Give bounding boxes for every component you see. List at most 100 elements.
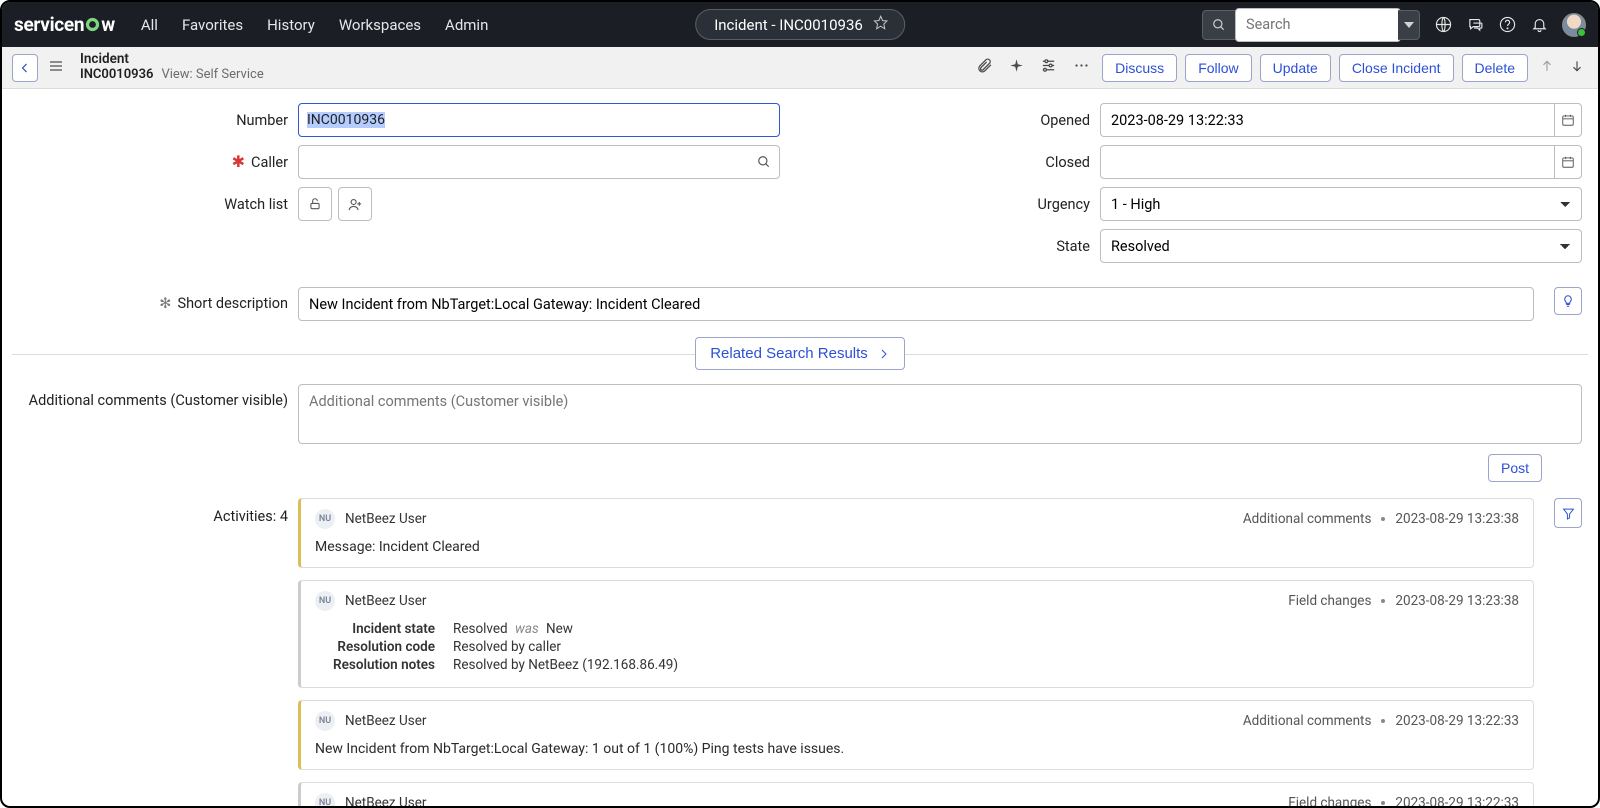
record-title: Incident INC0010936 View: Self Service [80,52,264,82]
label-urgency: Urgency [820,196,1090,213]
activity-body: New Incident from NbTarget:Local Gateway… [315,741,1519,757]
related-search-button[interactable]: Related Search Results [695,337,905,370]
watchlist-unlock-icon[interactable] [298,187,332,221]
next-record-icon[interactable] [1566,59,1588,77]
nav-admin[interactable]: Admin [445,16,488,34]
caller-input[interactable] [298,145,748,179]
form-right-column: Opened Closed Urgency 1 - High State Res… [820,103,1582,271]
activity-timestamp: 2023-08-29 13:22:33 [1395,713,1519,729]
activity-timestamp: 2023-08-29 13:23:38 [1395,511,1519,527]
label-additional-comments: Additional comments (Customer visible) [18,384,288,409]
nav-favorites[interactable]: Favorites [182,16,243,34]
activity-username: NetBeez User [345,795,426,806]
suggestion-bulb-icon[interactable] [1554,287,1582,315]
label-shortdesc: ✻Short description [18,287,288,312]
activity-type: Additional comments [1243,713,1372,729]
opened-date-icon[interactable] [1554,103,1582,137]
activity-card: NUNetBeez UserField changes2023-08-29 13… [298,782,1534,806]
activity-field-changes: Incident state Resolved was New Resolution… [315,621,1519,673]
activity-type: Additional comments [1243,511,1372,527]
activity-avatar: NU [315,509,335,529]
activities-filter-icon[interactable] [1554,498,1582,528]
personalize-icon[interactable] [1036,53,1061,82]
delete-button[interactable]: Delete [1462,54,1528,82]
dot-icon [1381,599,1385,603]
record-header-bar: Incident INC0010936 View: Self Service D… [2,47,1598,89]
urgency-select[interactable]: 1 - High [1100,187,1582,221]
activity-meta: Additional comments 2023-08-29 13:23:38 [1243,511,1519,527]
watchlist-add-user-icon[interactable] [338,187,372,221]
closed-input[interactable] [1100,145,1554,179]
bell-icon[interactable] [1530,16,1548,34]
user-avatar[interactable] [1562,13,1586,37]
record-type: Incident [80,52,264,68]
back-button[interactable] [12,54,38,82]
field-change-value: Resolved was New [453,621,1519,637]
activity-username: NetBeez User [345,511,426,527]
record-view: View: Self Service [161,68,263,83]
update-button[interactable]: Update [1260,54,1331,82]
form-left-column: Number INC0010936 ✱Caller Watch list [18,103,780,271]
activities-section: Activities: 4 NUNetBeez UserAdditional c… [18,498,1582,806]
activity-meta: Additional comments 2023-08-29 13:22:33 [1243,713,1519,729]
activity-username: NetBeez User [345,593,426,609]
attachment-icon[interactable] [972,53,997,82]
record-actions: Discuss Follow Update Close Incident Del… [972,53,1588,82]
short-description-input[interactable] [298,287,1534,321]
activity-type: Field changes [1288,593,1371,609]
state-select[interactable]: Resolved [1100,229,1582,263]
caller-lookup-icon[interactable] [748,145,780,179]
nav-all[interactable]: All [141,16,158,34]
opened-input[interactable] [1100,103,1554,137]
field-change-name: Resolution code [315,639,435,655]
global-search[interactable] [1202,10,1402,40]
more-actions-icon[interactable] [1069,53,1094,82]
activity-username: NetBeez User [345,713,426,729]
form-menu-icon[interactable] [48,58,64,78]
dot-icon [1381,517,1385,521]
field-change-name: Incident state [315,621,435,637]
field-change-row: Resolution notes Resolved by NetBeez (192… [315,657,1519,673]
top-nav: servicenw All Favorites History Workspac… [2,2,1598,47]
activity-meta: Field changes 2023-08-29 13:23:38 [1288,593,1519,609]
help-icon[interactable] [1498,16,1516,34]
number-input[interactable]: INC0010936 [298,103,780,137]
follow-button[interactable]: Follow [1185,54,1251,82]
suggestion-icon: ✻ [159,295,171,312]
post-button[interactable]: Post [1488,454,1542,482]
globe-icon[interactable] [1434,16,1452,34]
chevron-right-icon [878,348,890,360]
label-opened: Opened [820,112,1090,129]
field-change-value: Resolved by NetBeez (192.168.86.49) [453,657,1519,673]
chat-icon[interactable] [1466,16,1484,34]
discuss-button[interactable]: Discuss [1102,54,1177,82]
form-content[interactable]: Number INC0010936 ✱Caller Watch list [2,89,1598,806]
search-icon [1203,18,1235,32]
field-change-name: Resolution notes [315,657,435,673]
close-incident-button[interactable]: Close Incident [1339,54,1454,82]
activities-list: NU NetBeez User Additional comments 2023-08… [298,498,1534,806]
closed-date-icon[interactable] [1554,145,1582,179]
dot-icon [1381,801,1385,805]
field-change-row: Resolution codeResolved by caller [315,639,1519,655]
activity-type: Field changes [1288,795,1371,806]
record-number: INC0010936 [80,68,153,83]
additional-comments-row: Additional comments (Customer visible) [18,384,1582,444]
brand-logo: servicenw [14,13,115,36]
activity-avatar: NU [315,591,335,611]
related-search-wrap: Related Search Results [12,337,1588,370]
active-tab-title: Incident - INC0010936 [714,16,863,34]
label-caller: ✱Caller [18,154,288,171]
activity-icon[interactable] [1005,54,1028,81]
nav-workspaces[interactable]: Workspaces [339,16,421,34]
active-tab-pill[interactable]: Incident - INC0010936 [695,9,905,40]
activity-timestamp: 2023-08-29 13:23:38 [1395,593,1519,609]
field-change-row: Incident state Resolved was New [315,621,1519,637]
star-icon[interactable] [873,15,888,34]
activity-meta: Field changes2023-08-29 13:22:33 [1288,795,1519,806]
activity-card: NU NetBeez User Additional comments 2023-08… [298,498,1534,568]
additional-comments-input[interactable] [298,384,1582,444]
search-scope-dropdown[interactable] [1398,10,1420,40]
nav-history[interactable]: History [267,16,315,34]
global-search-input[interactable] [1235,8,1401,42]
